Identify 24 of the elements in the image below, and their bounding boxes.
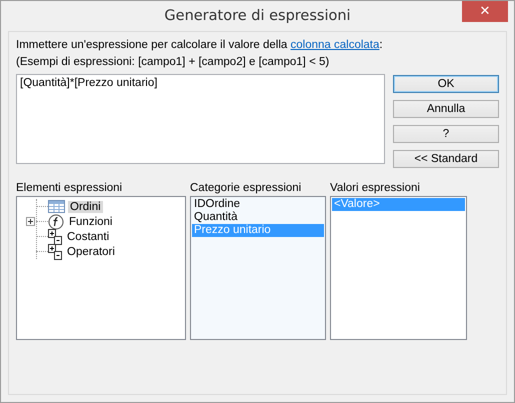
plus-minus-icon [48, 244, 62, 260]
list-label: Categorie espressioni [190, 182, 302, 194]
instruction-text: Immettere un'espressione per calcolare il valore della colonna calcolata: [16, 38, 384, 53]
example-text: (Esempi di espressioni: [campo1] + [campo2] e [campo1] < 5) [16, 55, 330, 70]
close-button[interactable]: ✕ [462, 1, 508, 22]
dialog-button[interactable]: Annulla [393, 100, 499, 118]
list-item[interactable]: IDOrdine [192, 198, 324, 211]
dialog-button[interactable]: << Standard [393, 150, 499, 168]
tree-item[interactable]: Operatori [65, 246, 117, 258]
plus-minus-icon [48, 228, 62, 244]
table-icon [48, 200, 65, 213]
list-item[interactable]: Quantità [192, 211, 324, 224]
list-label: Valori espressioni [330, 182, 421, 194]
window-title: Generatore di espressioni [164, 8, 351, 24]
link[interactable]: colonna calcolata [290, 39, 380, 51]
tree-item[interactable]: Funzioni [67, 216, 114, 228]
dialog-button[interactable]: ? [393, 125, 499, 143]
tree-item[interactable]: Ordini [68, 200, 103, 212]
expand-icon[interactable] [26, 217, 35, 226]
function-icon [48, 214, 64, 230]
tree-item[interactable]: Costanti [65, 230, 112, 242]
dialog-button[interactable]: OK [393, 75, 499, 93]
list-label: Elementi espressioni [16, 182, 124, 194]
expression-field[interactable]: [Quantità]*[Prezzo unitario] [16, 74, 385, 164]
